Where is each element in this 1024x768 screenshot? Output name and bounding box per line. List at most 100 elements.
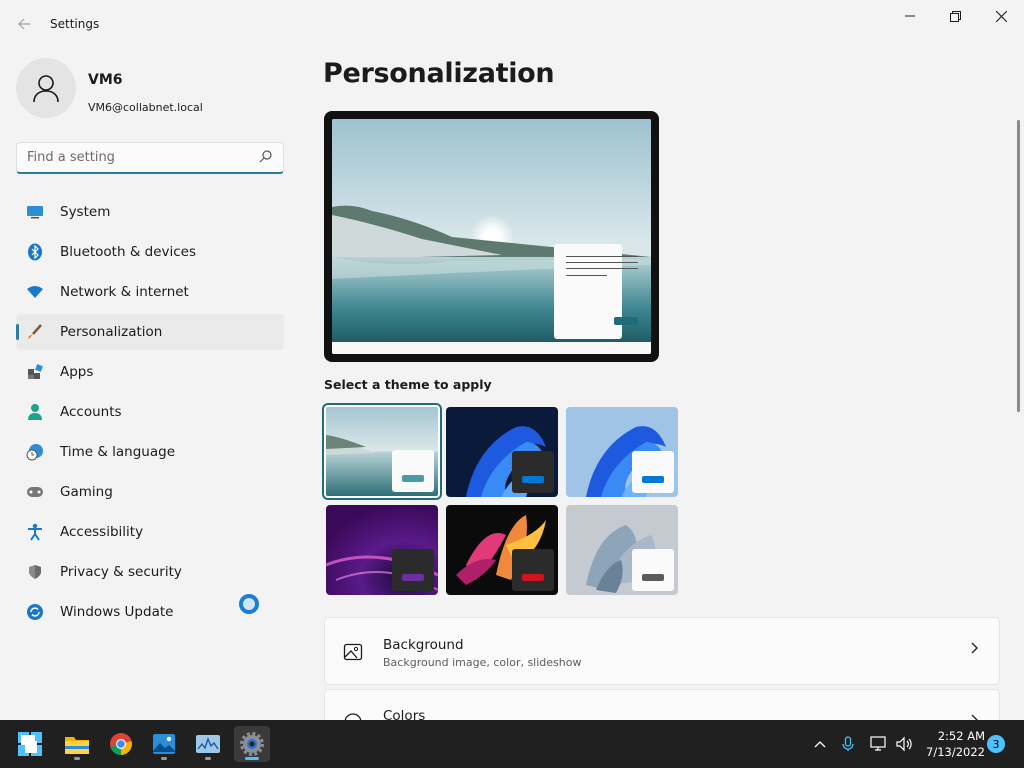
apps-icon — [26, 363, 44, 381]
chevron-right-icon — [971, 642, 979, 658]
notification-badge[interactable]: 3 — [987, 735, 1005, 753]
sidebar-item-system[interactable]: System — [16, 194, 284, 230]
sidebar-item-bluetooth[interactable]: Bluetooth & devices — [16, 234, 284, 270]
search-input[interactable] — [27, 150, 247, 165]
clock-date[interactable]: 7/13/2022 — [920, 745, 985, 759]
chevron-up-icon — [814, 741, 826, 748]
theme-accent-swatch — [402, 574, 424, 581]
theme-tile-captured-motion[interactable] — [446, 505, 558, 595]
close-icon — [995, 10, 1007, 22]
running-indicator — [74, 757, 80, 760]
sidebar-item-label: System — [60, 204, 111, 220]
theme-tile-flow[interactable] — [566, 505, 678, 595]
taskbar-photos[interactable] — [146, 726, 182, 762]
restore-button[interactable] — [932, 0, 978, 32]
clock-time[interactable]: 2:52 AM — [930, 729, 985, 743]
task-manager-icon — [196, 735, 220, 753]
sidebar: VM6 VM6@collabnet.local System Bluetooth… — [0, 48, 300, 720]
volume-icon — [896, 736, 912, 752]
settings-icon — [240, 732, 264, 756]
taskbar-chrome[interactable] — [103, 726, 139, 762]
gamepad-icon — [26, 483, 44, 501]
wifi-icon — [26, 283, 44, 301]
sidebar-item-apps[interactable]: Apps — [16, 354, 284, 390]
card-subtitle: Background image, color, slideshow — [383, 656, 582, 669]
show-hidden-icons-button[interactable] — [810, 732, 830, 756]
preview-screen — [332, 119, 651, 354]
sidebar-item-label: Bluetooth & devices — [60, 244, 197, 260]
sidebar-item-accounts[interactable]: Accounts — [16, 394, 284, 430]
close-button[interactable] — [978, 0, 1024, 32]
theme-tile-windows-light-bloom[interactable] — [566, 407, 678, 497]
sidebar-item-gaming[interactable]: Gaming — [16, 474, 284, 510]
title-bar: Settings — [0, 0, 1024, 48]
background-setting-card[interactable]: Background Background image, color, slid… — [324, 617, 1000, 685]
theme-tile-glow[interactable] — [326, 505, 438, 595]
brush-icon — [26, 323, 44, 341]
preview-text-line — [566, 268, 638, 269]
running-indicator — [205, 757, 211, 760]
sidebar-item-time-language[interactable]: Time & language — [16, 434, 284, 470]
update-icon — [26, 603, 44, 621]
shield-icon — [26, 563, 44, 581]
sidebar-item-label: Accessibility — [60, 524, 144, 540]
sidebar-item-label: Gaming — [60, 484, 113, 500]
microphone-icon — [842, 736, 854, 751]
preview-text-line — [566, 262, 638, 263]
bluetooth-icon — [26, 243, 44, 261]
taskbar-settings[interactable] — [234, 726, 270, 762]
sidebar-item-privacy-security[interactable]: Privacy & security — [16, 554, 284, 590]
theme-tile-windows-dark-bloom[interactable] — [446, 407, 558, 497]
taskbar-task-manager[interactable] — [190, 726, 226, 762]
volume-button[interactable] — [894, 732, 914, 756]
back-button[interactable] — [12, 12, 36, 36]
sidebar-item-network[interactable]: Network & internet — [16, 274, 284, 310]
search-box[interactable] — [16, 142, 284, 174]
sidebar-nav: System Bluetooth & devices Network & int… — [16, 194, 284, 634]
minimize-button[interactable] — [887, 0, 933, 32]
search-icon — [259, 150, 272, 163]
chrome-icon — [110, 733, 132, 755]
theme-tile-windows-light-lake[interactable] — [322, 403, 442, 500]
active-indicator — [245, 757, 259, 760]
theme-mini-window — [512, 549, 554, 591]
sidebar-item-label: Privacy & security — [60, 564, 182, 580]
sidebar-item-personalization[interactable]: Personalization — [16, 314, 284, 350]
person-icon — [33, 75, 59, 103]
preview-text-line — [566, 275, 607, 276]
theme-mini-window — [392, 450, 434, 492]
sidebar-item-accessibility[interactable]: Accessibility — [16, 514, 284, 550]
image-icon — [343, 643, 363, 661]
scrollbar[interactable] — [1017, 120, 1020, 412]
theme-accent-swatch — [642, 476, 664, 483]
start-button[interactable] — [12, 726, 48, 762]
preview-text-line — [566, 256, 638, 257]
network-button[interactable] — [869, 732, 889, 756]
sidebar-item-label: Apps — [60, 364, 94, 380]
sidebar-item-label: Time & language — [60, 444, 176, 460]
themes-heading: Select a theme to apply — [324, 377, 492, 392]
sidebar-item-label: Accounts — [60, 404, 122, 420]
taskbar-file-explorer[interactable] — [59, 726, 95, 762]
busy-cursor-icon — [239, 594, 259, 614]
user-name: VM6 — [88, 72, 123, 88]
network-icon — [870, 736, 886, 751]
user-profile[interactable]: VM6 VM6@collabnet.local — [16, 58, 286, 118]
monitor-icon — [26, 203, 44, 221]
theme-mini-window — [632, 451, 674, 493]
theme-accent-swatch — [642, 574, 664, 581]
microphone-button[interactable] — [838, 732, 858, 756]
preview-taskbar — [332, 342, 651, 354]
theme-accent-swatch — [522, 476, 544, 483]
app-title: Settings — [50, 17, 100, 31]
theme-mini-window — [392, 549, 434, 591]
card-title: Background — [383, 637, 464, 653]
taskbar: 2:52 AM 7/13/2022 3 — [0, 720, 1024, 768]
accessibility-icon — [26, 523, 44, 541]
preview-window — [554, 244, 638, 339]
clock-globe-icon — [26, 443, 44, 461]
restore-icon — [949, 10, 961, 22]
back-arrow-icon — [18, 18, 30, 30]
theme-mini-window — [512, 451, 554, 493]
avatar — [16, 58, 76, 118]
